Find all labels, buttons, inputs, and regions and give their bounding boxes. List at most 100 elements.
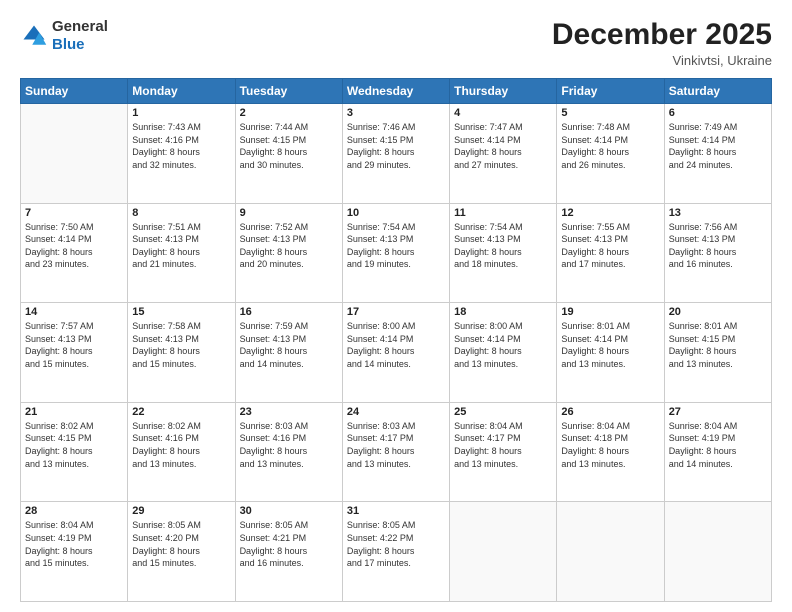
col-tuesday: Tuesday bbox=[235, 79, 342, 104]
table-row: 23 Sunrise: 8:03 AM Sunset: 4:16 PM Dayli… bbox=[235, 402, 342, 502]
week-row-5: 28 Sunrise: 8:04 AM Sunset: 4:19 PM Dayli… bbox=[21, 502, 772, 602]
table-row bbox=[450, 502, 557, 602]
location-subtitle: Vinkivtsi, Ukraine bbox=[552, 53, 772, 68]
table-row: 1 Sunrise: 7:43 AM Sunset: 4:16 PM Daylig… bbox=[128, 104, 235, 204]
day-number: 25 bbox=[454, 406, 552, 418]
day-info: Sunrise: 8:00 AM Sunset: 4:14 PM Dayligh… bbox=[347, 320, 445, 370]
day-info: Sunrise: 7:52 AM Sunset: 4:13 PM Dayligh… bbox=[240, 221, 338, 271]
day-number: 16 bbox=[240, 306, 338, 318]
day-number: 12 bbox=[561, 207, 659, 219]
col-wednesday: Wednesday bbox=[342, 79, 449, 104]
day-number: 22 bbox=[132, 406, 230, 418]
day-number: 30 bbox=[240, 505, 338, 517]
table-row: 4Sunrise: 7:47 AM Sunset: 4:14 PM Daylig… bbox=[450, 104, 557, 204]
day-info: Sunrise: 8:02 AM Sunset: 4:16 PM Dayligh… bbox=[132, 420, 230, 470]
table-row: 16 Sunrise: 7:59 AM Sunset: 4:13 PM Dayli… bbox=[235, 303, 342, 403]
day-number: 28 bbox=[25, 505, 123, 517]
week-row-4: 21Sunrise: 8:02 AM Sunset: 4:15 PM Dayli… bbox=[21, 402, 772, 502]
table-row: 7 Sunrise: 7:50 AM Sunset: 4:14 PM Daylig… bbox=[21, 203, 128, 303]
day-info: Sunrise: 8:03 AM Sunset: 4:16 PM Dayligh… bbox=[240, 420, 338, 470]
table-row: 29Sunrise: 8:05 AM Sunset: 4:20 PM Dayli… bbox=[128, 502, 235, 602]
day-number: 10 bbox=[347, 207, 445, 219]
day-info: Sunrise: 8:03 AM Sunset: 4:17 PM Dayligh… bbox=[347, 420, 445, 470]
day-number: 24 bbox=[347, 406, 445, 418]
table-row: 21Sunrise: 8:02 AM Sunset: 4:15 PM Dayli… bbox=[21, 402, 128, 502]
page: General Blue December 2025 Vinkivtsi, Uk… bbox=[0, 0, 792, 612]
logo-blue: Blue bbox=[52, 36, 108, 54]
table-row: 18 Sunrise: 8:00 AM Sunset: 4:14 PM Dayli… bbox=[450, 303, 557, 403]
day-info: Sunrise: 7:49 AM Sunset: 4:14 PM Dayligh… bbox=[669, 121, 767, 171]
day-number: 31 bbox=[347, 505, 445, 517]
day-info: Sunrise: 8:00 AM Sunset: 4:14 PM Dayligh… bbox=[454, 320, 552, 370]
col-monday: Monday bbox=[128, 79, 235, 104]
day-info: Sunrise: 7:50 AM Sunset: 4:14 PM Dayligh… bbox=[25, 221, 123, 271]
col-thursday: Thursday bbox=[450, 79, 557, 104]
day-number: 5 bbox=[561, 107, 659, 119]
table-row: 28 Sunrise: 8:04 AM Sunset: 4:19 PM Dayli… bbox=[21, 502, 128, 602]
table-row: 24 Sunrise: 8:03 AM Sunset: 4:17 PM Dayli… bbox=[342, 402, 449, 502]
col-saturday: Saturday bbox=[664, 79, 771, 104]
day-info: Sunrise: 7:48 AM Sunset: 4:14 PM Dayligh… bbox=[561, 121, 659, 171]
day-info: Sunrise: 7:58 AM Sunset: 4:13 PM Dayligh… bbox=[132, 320, 230, 370]
day-info: Sunrise: 7:57 AM Sunset: 4:13 PM Dayligh… bbox=[25, 320, 123, 370]
day-number: 29 bbox=[132, 505, 230, 517]
day-number: 15 bbox=[132, 306, 230, 318]
day-info: Sunrise: 7:55 AM Sunset: 4:13 PM Dayligh… bbox=[561, 221, 659, 271]
day-number: 13 bbox=[669, 207, 767, 219]
day-info: Sunrise: 8:01 AM Sunset: 4:15 PM Dayligh… bbox=[669, 320, 767, 370]
day-info: Sunrise: 8:04 AM Sunset: 4:19 PM Dayligh… bbox=[25, 519, 123, 569]
table-row: 30Sunrise: 8:05 AM Sunset: 4:21 PM Dayli… bbox=[235, 502, 342, 602]
table-row: 27 Sunrise: 8:04 AM Sunset: 4:19 PM Dayli… bbox=[664, 402, 771, 502]
day-number: 3 bbox=[347, 107, 445, 119]
day-number: 7 bbox=[25, 207, 123, 219]
day-number: 8 bbox=[132, 207, 230, 219]
table-row bbox=[664, 502, 771, 602]
day-number: 14 bbox=[25, 306, 123, 318]
calendar-header-row: Sunday Monday Tuesday Wednesday Thursday… bbox=[21, 79, 772, 104]
table-row: 11Sunrise: 7:54 AM Sunset: 4:13 PM Dayli… bbox=[450, 203, 557, 303]
day-info: Sunrise: 7:43 AM Sunset: 4:16 PM Dayligh… bbox=[132, 121, 230, 171]
table-row: 9Sunrise: 7:52 AM Sunset: 4:13 PM Daylig… bbox=[235, 203, 342, 303]
table-row: 3Sunrise: 7:46 AM Sunset: 4:15 PM Daylig… bbox=[342, 104, 449, 204]
table-row: 17 Sunrise: 8:00 AM Sunset: 4:14 PM Dayli… bbox=[342, 303, 449, 403]
table-row: 6 Sunrise: 7:49 AM Sunset: 4:14 PM Daylig… bbox=[664, 104, 771, 204]
day-info: Sunrise: 7:44 AM Sunset: 4:15 PM Dayligh… bbox=[240, 121, 338, 171]
day-number: 1 bbox=[132, 107, 230, 119]
table-row: 13Sunrise: 7:56 AM Sunset: 4:13 PM Dayli… bbox=[664, 203, 771, 303]
logo: General Blue bbox=[20, 18, 108, 54]
table-row: 26Sunrise: 8:04 AM Sunset: 4:18 PM Dayli… bbox=[557, 402, 664, 502]
day-number: 6 bbox=[669, 107, 767, 119]
day-info: Sunrise: 8:04 AM Sunset: 4:17 PM Dayligh… bbox=[454, 420, 552, 470]
logo-icon bbox=[20, 22, 48, 50]
col-friday: Friday bbox=[557, 79, 664, 104]
day-number: 23 bbox=[240, 406, 338, 418]
week-row-3: 14 Sunrise: 7:57 AM Sunset: 4:13 PM Dayli… bbox=[21, 303, 772, 403]
day-number: 18 bbox=[454, 306, 552, 318]
day-info: Sunrise: 8:05 AM Sunset: 4:22 PM Dayligh… bbox=[347, 519, 445, 569]
week-row-2: 7 Sunrise: 7:50 AM Sunset: 4:14 PM Daylig… bbox=[21, 203, 772, 303]
day-number: 19 bbox=[561, 306, 659, 318]
day-info: Sunrise: 8:04 AM Sunset: 4:19 PM Dayligh… bbox=[669, 420, 767, 470]
table-row: 15 Sunrise: 7:58 AM Sunset: 4:13 PM Dayli… bbox=[128, 303, 235, 403]
week-row-1: 1 Sunrise: 7:43 AM Sunset: 4:16 PM Daylig… bbox=[21, 104, 772, 204]
day-number: 27 bbox=[669, 406, 767, 418]
table-row: 25 Sunrise: 8:04 AM Sunset: 4:17 PM Dayli… bbox=[450, 402, 557, 502]
day-number: 17 bbox=[347, 306, 445, 318]
day-number: 20 bbox=[669, 306, 767, 318]
day-info: Sunrise: 8:04 AM Sunset: 4:18 PM Dayligh… bbox=[561, 420, 659, 470]
table-row: 5 Sunrise: 7:48 AM Sunset: 4:14 PM Daylig… bbox=[557, 104, 664, 204]
day-info: Sunrise: 7:51 AM Sunset: 4:13 PM Dayligh… bbox=[132, 221, 230, 271]
table-row: 10Sunrise: 7:54 AM Sunset: 4:13 PM Dayli… bbox=[342, 203, 449, 303]
table-row: 20 Sunrise: 8:01 AM Sunset: 4:15 PM Dayli… bbox=[664, 303, 771, 403]
table-row: 31 Sunrise: 8:05 AM Sunset: 4:22 PM Dayli… bbox=[342, 502, 449, 602]
table-row: 22 Sunrise: 8:02 AM Sunset: 4:16 PM Dayli… bbox=[128, 402, 235, 502]
day-info: Sunrise: 7:59 AM Sunset: 4:13 PM Dayligh… bbox=[240, 320, 338, 370]
table-row: 2 Sunrise: 7:44 AM Sunset: 4:15 PM Daylig… bbox=[235, 104, 342, 204]
table-row: 14 Sunrise: 7:57 AM Sunset: 4:13 PM Dayli… bbox=[21, 303, 128, 403]
month-title: December 2025 bbox=[552, 18, 772, 51]
day-info: Sunrise: 8:01 AM Sunset: 4:14 PM Dayligh… bbox=[561, 320, 659, 370]
day-number: 4 bbox=[454, 107, 552, 119]
table-row: 8 Sunrise: 7:51 AM Sunset: 4:13 PM Daylig… bbox=[128, 203, 235, 303]
day-number: 2 bbox=[240, 107, 338, 119]
calendar-table: Sunday Monday Tuesday Wednesday Thursday… bbox=[20, 78, 772, 602]
